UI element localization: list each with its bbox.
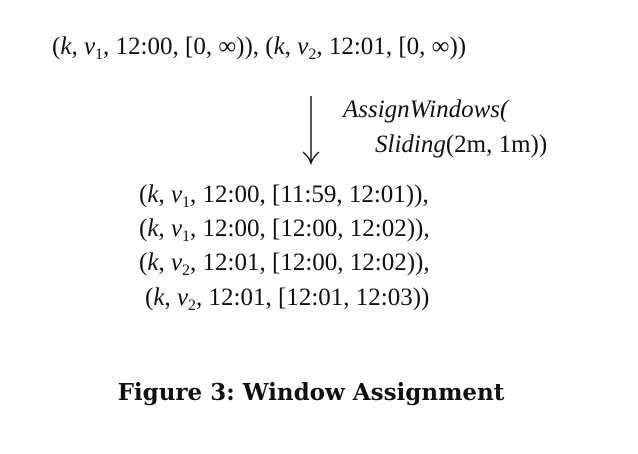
input-0-value-sub: 1 [95,46,104,63]
output-0-value: v [170,181,183,208]
operation-name: AssignWindows( [343,96,509,123]
operation-window-fn: Sliding [375,131,446,158]
output-element: (k, v2, 12:01, [12:01, 12:03)) [145,284,430,314]
input-1-window: [0, ∞) [398,33,458,60]
output-3-value-sub: 2 [188,297,197,314]
output-3-key: k [153,284,165,311]
output-3-window: [12:01, 12:03) [278,284,422,311]
input-0-key: k [60,33,72,60]
output-2-suffix: ), [415,249,430,276]
input-1-key: k [273,33,285,60]
output-1-window: [12:00, 12:02) [272,215,416,242]
output-2-value: v [170,249,183,276]
input-0-window: [0, ∞) [185,33,245,60]
output-3-time: 12:01 [208,284,266,311]
output-1-time: 12:00 [202,215,260,242]
output-1-value: v [170,215,183,242]
output-1-suffix: ), [415,215,430,242]
output-0-window: [11:59, 12:01) [272,181,415,208]
output-2-key: k [147,249,159,276]
output-element: (k, v1, 12:00, [12:00, 12:02)), [139,215,430,245]
input-0-time: 12:00 [115,33,173,60]
figure-caption: Figure 3: Window Assignment [117,379,505,406]
output-0-value-sub: 1 [182,194,191,211]
operation-args: Sliding(2m, 1m)) [375,130,547,160]
output-element: (k, v1, 12:00, [11:59, 12:01)), [139,181,429,211]
output-3-value: v [176,284,189,311]
output-2-time: 12:01 [202,249,260,276]
output-element: (k, v2, 12:01, [12:00, 12:02)), [139,249,430,279]
output-0-time: 12:00 [202,181,260,208]
input-1-value-sub: 2 [308,46,317,63]
output-2-value-sub: 2 [182,262,191,279]
input-1-value: v [297,33,309,60]
output-0-suffix: ), [414,181,429,208]
output-2-window: [12:00, 12:02) [272,249,416,276]
input-elements: (k, v1, 12:00, [0, ∞)), (k, v2, 12:01, [… [52,33,467,63]
output-1-value-sub: 1 [182,228,191,245]
output-1-key: k [147,215,159,242]
down-arrow-icon [302,96,320,166]
output-3-suffix: ) [421,284,430,311]
input-1-time: 12:01 [328,33,386,60]
output-0-key: k [147,181,159,208]
input-0-value: v [83,33,96,60]
operation-window-args: (2m, 1m)) [445,131,548,158]
